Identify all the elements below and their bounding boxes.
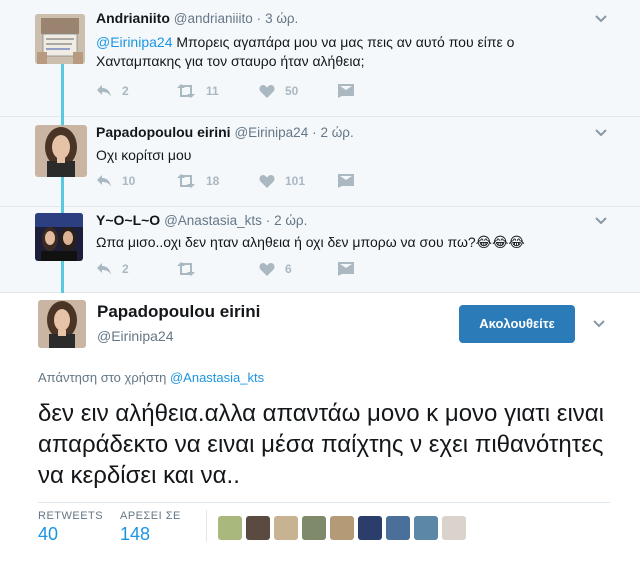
tweet-actions: 10 18 101 — [96, 174, 396, 194]
retweets-count[interactable]: 40 — [38, 524, 58, 545]
tweet-header: Papadopoulou eirini @Eirinipa24 · 2 ώρ. — [96, 124, 354, 140]
reply-icon — [97, 263, 111, 275]
mention-link[interactable]: @Anastasia_kts — [170, 370, 264, 385]
user-handle[interactable]: @Eirinipa24 — [97, 328, 173, 344]
tweet-text: Οχι κορίτσι μου — [96, 147, 192, 163]
tweet-header: Y~O~L~O @Anastasia_kts · 2 ώρ. — [96, 212, 307, 228]
timestamp[interactable]: 2 ώρ. — [320, 125, 353, 140]
direct-message-icon — [338, 262, 354, 276]
reply-button[interactable]: 2 — [96, 262, 129, 276]
following-button[interactable]: Ακολουθείτε — [459, 305, 575, 343]
user-handle[interactable]: @Anastasia_kts — [164, 213, 262, 228]
reply-tweet-1[interactable]: Andrianiito @andrianiiito · 3 ώρ. @Eirin… — [0, 0, 640, 117]
display-name[interactable]: Papadopoulou eirini — [96, 124, 231, 140]
liker-avatar[interactable] — [330, 516, 354, 540]
reply-count: 10 — [122, 174, 136, 188]
reply-button[interactable]: 10 — [96, 174, 135, 188]
retweet-button[interactable]: 11 — [176, 84, 219, 98]
thread-line — [61, 261, 64, 293]
retweets-label[interactable]: RETWEETS — [38, 510, 103, 522]
display-name[interactable]: Y~O~L~O — [96, 212, 160, 228]
tweet-text-line1: Μπορεις αγαπάρα μου να μας πεις αν αυτό … — [172, 34, 515, 50]
display-name[interactable]: Andrianiito — [96, 10, 170, 26]
liker-avatar[interactable] — [386, 516, 410, 540]
separator-dot: · — [265, 213, 271, 228]
reply-count: 2 — [122, 262, 129, 276]
liker-avatar[interactable] — [414, 516, 438, 540]
direct-message-icon — [338, 84, 354, 98]
avatar[interactable] — [35, 213, 83, 261]
chevron-down-icon[interactable] — [594, 14, 608, 24]
liker-avatar[interactable] — [442, 516, 466, 540]
liker-avatar[interactable] — [358, 516, 382, 540]
main-tweet-text: δεν ειν αλήθεια.αλλα απαντάω μονο κ μονο… — [38, 400, 604, 489]
direct-message-icon — [338, 174, 354, 188]
reply-icon — [97, 85, 111, 97]
like-icon — [259, 175, 275, 188]
reply-tweet-3[interactable]: Y~O~L~O @Anastasia_kts · 2 ώρ. Ωπα μισο.… — [0, 207, 640, 293]
avatar[interactable] — [35, 14, 85, 64]
thread-line — [61, 64, 64, 117]
chevron-down-icon[interactable] — [594, 216, 608, 226]
user-handle[interactable]: @andrianiiito — [174, 11, 253, 26]
avatar[interactable] — [35, 125, 87, 177]
replying-to-label: Απάντηση στο χρήστη — [38, 370, 170, 385]
display-name[interactable]: Papadopoulou eirini — [97, 302, 260, 322]
separator-dot: · — [312, 125, 317, 140]
separator-dot: · — [256, 11, 262, 26]
likes-count[interactable]: 148 — [120, 524, 150, 545]
like-button[interactable]: 50 — [259, 84, 298, 98]
reply-icon — [97, 175, 111, 187]
tweet-text: @Eirinipa24 Μπορεις αγαπάρα μου να μας π… — [96, 33, 616, 71]
retweet-icon — [177, 174, 195, 188]
like-button[interactable]: 101 — [259, 174, 305, 188]
tweet-header: Andrianiito @andrianiiito · 3 ώρ. — [96, 10, 298, 26]
reply-count: 2 — [122, 84, 129, 98]
mention-link[interactable]: @Eirinipa24 — [96, 34, 172, 50]
replying-to: Απάντηση στο χρήστη @Anastasia_kts — [38, 370, 264, 385]
retweet-icon — [177, 84, 195, 98]
like-count: 6 — [285, 262, 292, 276]
like-button[interactable]: 6 — [259, 262, 292, 276]
direct-message-button[interactable] — [338, 262, 354, 276]
reply-tweet-2[interactable]: Papadopoulou eirini @Eirinipa24 · 2 ώρ. … — [0, 117, 640, 207]
like-count: 101 — [285, 174, 306, 188]
direct-message-button[interactable] — [338, 174, 354, 188]
timestamp[interactable]: 2 ώρ. — [274, 213, 307, 228]
retweet-button[interactable] — [176, 262, 206, 276]
retweet-icon — [177, 262, 195, 276]
chevron-down-icon[interactable] — [594, 128, 608, 138]
like-icon — [259, 85, 275, 98]
avatar[interactable] — [38, 300, 86, 348]
timestamp[interactable]: 3 ώρ. — [265, 11, 298, 26]
liker-avatar[interactable] — [302, 516, 326, 540]
direct-message-button[interactable] — [338, 84, 354, 98]
likes-label[interactable]: ΑΡΕΣΕΙ ΣΕ — [120, 510, 181, 522]
retweet-count: 11 — [206, 84, 219, 98]
tweet-actions: 2 6 — [96, 262, 396, 282]
retweet-button[interactable]: 18 — [176, 174, 219, 188]
liker-avatar[interactable] — [246, 516, 270, 540]
like-count: 50 — [285, 84, 299, 98]
thread-line — [61, 177, 64, 207]
tweet-actions: 2 11 50 — [96, 84, 396, 104]
tweet-text: Ωπα μισο..οχι δεν ηταν αληθεια ή οχι δεν… — [96, 234, 525, 250]
liker-avatar[interactable] — [218, 516, 242, 540]
like-icon — [259, 263, 275, 276]
tweet-text-line2: Χανταμπακης για τον σταυρο ήταν αλήθεια; — [96, 53, 365, 69]
liker-avatar[interactable] — [274, 516, 298, 540]
reply-button[interactable]: 2 — [96, 84, 129, 98]
stats-separator — [206, 510, 207, 542]
chevron-down-icon[interactable] — [592, 319, 606, 329]
thread-line — [61, 117, 64, 125]
divider — [38, 502, 610, 503]
user-handle[interactable]: @Eirinipa24 — [234, 125, 308, 140]
retweet-count: 18 — [206, 174, 220, 188]
